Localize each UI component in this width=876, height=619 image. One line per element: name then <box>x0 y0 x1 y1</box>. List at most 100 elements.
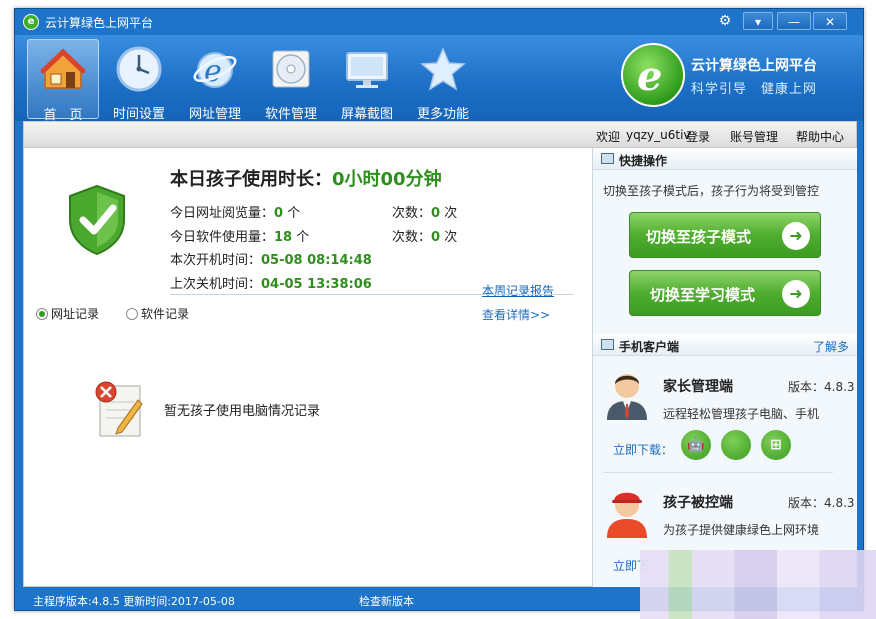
help-center-link[interactable]: 帮助中心 <box>796 128 844 145</box>
mobile-client-header: 手机客户端 了解多 <box>593 334 857 356</box>
main-toolbar: 首 页 时间设置 e 网址管理 软件管理 屏幕截图 更多功能 e 云计算绿色上网… <box>15 35 863 123</box>
usage-hour-unit: 小时 <box>344 169 381 190</box>
parent-app-name: 家长管理端 <box>663 379 733 395</box>
usage-summary: 本日孩子使用时长：0小时00分钟 <box>170 165 442 191</box>
parent-app-desc: 远程轻松管理孩子电脑、手机 <box>663 407 820 421</box>
right-panel: 快捷操作 切换至孩子模式后，孩子行为将受到管控 切换至孩子模式 ➜ 切换至学习模… <box>592 148 857 587</box>
check-update-link[interactable]: 检查新版本 <box>359 593 414 609</box>
learn-more-link[interactable]: 了解多 <box>813 338 849 355</box>
login-link[interactable]: 登录 <box>686 128 710 145</box>
username: yqzy_u6tiv <box>626 128 691 142</box>
settings-gear-icon[interactable]: ⚙ <box>715 12 735 30</box>
empty-records-message: 暂无孩子使用电脑情况记录 <box>164 404 321 419</box>
account-manage-link[interactable]: 账号管理 <box>730 128 778 145</box>
minimize-button[interactable]: — <box>777 12 811 30</box>
toolbar-software-management[interactable]: 软件管理 <box>255 39 327 122</box>
app-usage-row: 今日软件使用量：18 个 <box>170 226 309 245</box>
child-mode-label: 切换至孩子模式 <box>646 228 752 246</box>
brand-subtitle: 科学引导 健康上网 <box>691 82 818 97</box>
main-content: 本日孩子使用时长：0小时00分钟 今日网址阅览量：0 个 次数：0 次 今日软件… <box>23 147 857 587</box>
radio-web-records[interactable]: 网址记录 <box>36 305 99 322</box>
url-times-value: 0 <box>431 206 441 221</box>
menu-dropdown-button[interactable]: ▾ <box>743 12 773 30</box>
child-mode-arrow-icon: ➜ <box>782 222 810 250</box>
no-records-icon <box>95 381 143 437</box>
toolbar-software-label: 软件管理 <box>264 107 317 122</box>
mobile-client-icon <box>601 339 614 350</box>
app-usage-value: 18 <box>274 230 293 245</box>
browser-e-icon: e <box>193 52 237 89</box>
toolbar-home[interactable]: 首 页 <box>27 39 99 123</box>
monitor-icon <box>346 52 388 88</box>
study-mode-arrow-icon: ➜ <box>782 280 810 308</box>
toolbar-screenshot-label: 屏幕截图 <box>340 107 393 122</box>
quick-actions-icon <box>601 153 614 164</box>
quick-actions-hint: 切换至孩子模式后，孩子行为将受到管控 <box>603 184 820 198</box>
main-window: e 云计算绿色上网平台 ⚙ ▾ — ✕ 首 页 时间设置 e 网址管理 软件管理… <box>14 8 864 611</box>
shutdown-time-row: 上次关机时间：04-05 13:38:06 <box>170 273 372 292</box>
usage-hours: 0 <box>332 169 345 190</box>
study-mode-button[interactable]: 切换至学习模式 ➜ <box>629 270 821 316</box>
window-title: 云计算绿色上网平台 <box>45 16 154 30</box>
title-bar[interactable]: e 云计算绿色上网平台 ⚙ ▾ — ✕ <box>15 9 863 35</box>
quick-actions-header: 快捷操作 <box>593 148 857 170</box>
usage-minute-unit: 分钟 <box>405 169 442 190</box>
study-mode-label: 切换至学习模式 <box>650 286 756 304</box>
quick-actions-title: 快捷操作 <box>619 154 668 168</box>
url-times-row: 次数：0 次 <box>392 202 457 221</box>
url-views-row: 今日网址阅览量：0 个 <box>170 202 300 221</box>
parent-download-label: 立即下载： <box>613 443 674 457</box>
radio-web-label: 网址记录 <box>51 307 100 321</box>
clock-icon <box>116 46 162 92</box>
brand-title: 云计算绿色上网平台 <box>691 58 817 74</box>
shutdown-time-value: 04-05 13:38:06 <box>261 277 372 292</box>
toolbar-screenshot[interactable]: 屏幕截图 <box>331 39 403 122</box>
view-details-link[interactable]: 查看详情>> <box>482 306 550 323</box>
app-logo-icon: e <box>23 14 39 30</box>
apple-icon[interactable] <box>721 430 751 460</box>
home-icon <box>40 48 86 89</box>
toolbar-url-management[interactable]: e 网址管理 <box>179 39 251 122</box>
url-times-label: 次数： <box>392 206 432 221</box>
app-usage-label: 今日软件使用量： <box>170 230 275 245</box>
toolbar-more-features[interactable]: 更多功能 <box>407 39 479 122</box>
disc-icon <box>272 50 310 88</box>
child-app-version: 版本：4.8.3 <box>788 496 855 510</box>
radio-app-records[interactable]: 软件记录 <box>126 305 189 322</box>
toolbar-more-label: 更多功能 <box>416 107 469 122</box>
radio-app-label: 软件记录 <box>141 307 190 321</box>
toolbar-time-label: 时间设置 <box>112 107 165 122</box>
pixelated-overlay <box>640 550 876 619</box>
weekly-report-link[interactable]: 本周记录报告 <box>482 282 554 299</box>
windows-icon[interactable]: ⊞ <box>761 430 791 460</box>
boot-time-label: 本次开机时间： <box>170 253 262 268</box>
parent-avatar <box>607 374 647 420</box>
url-times-unit: 次 <box>444 206 458 221</box>
child-mode-button[interactable]: 切换至孩子模式 ➜ <box>629 212 821 258</box>
toolbar-url-label: 网址管理 <box>188 107 241 122</box>
child-app-desc: 为孩子提供健康绿色上网环境 <box>663 523 820 537</box>
app-times-label: 次数： <box>392 230 432 245</box>
boot-time-row: 本次开机时间：05-08 08:14:48 <box>170 249 372 268</box>
stats-divider <box>170 294 574 295</box>
mobile-client-title: 手机客户端 <box>619 340 680 354</box>
radio-web-dot[interactable] <box>36 308 48 320</box>
parent-app-version: 版本：4.8.3 <box>788 380 855 394</box>
url-views-value: 0 <box>274 206 284 221</box>
usage-minutes: 00 <box>380 169 406 190</box>
toolbar-time-settings[interactable]: 时间设置 <box>103 39 175 122</box>
android-icon[interactable]: 🤖 <box>681 430 711 460</box>
boot-time-value: 05-08 08:14:48 <box>261 253 372 268</box>
usage-title: 本日孩子使用时长： <box>170 169 332 190</box>
version-info: 主程序版本:4.8.5 更新时间:2017-05-08 <box>33 595 235 608</box>
app-times-value: 0 <box>431 230 441 245</box>
close-button[interactable]: ✕ <box>813 12 847 30</box>
shutdown-time-label: 上次关机时间： <box>170 277 262 292</box>
app-usage-unit: 个 <box>296 230 310 245</box>
url-views-unit: 个 <box>287 206 301 221</box>
star-icon <box>420 47 466 91</box>
app-times-row: 次数：0 次 <box>392 226 457 245</box>
radio-app-dot[interactable] <box>126 308 138 320</box>
account-bar: 欢迎 yqzy_u6tiv 登录 账号管理 帮助中心 <box>23 121 857 147</box>
url-views-label: 今日网址阅览量： <box>170 206 275 221</box>
